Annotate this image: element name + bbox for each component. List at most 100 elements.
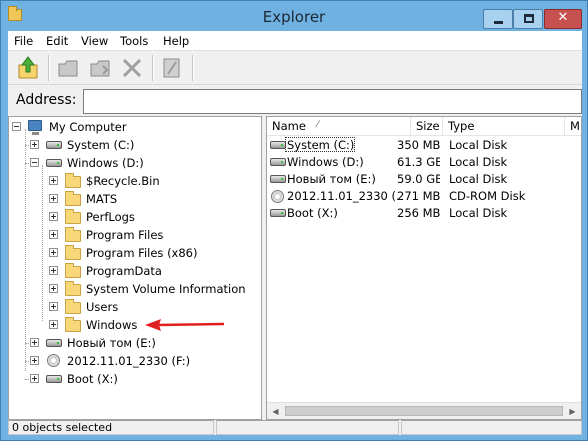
list-item[interactable]: System (C:) 350 MB Local Disk (267, 137, 581, 154)
status-bar: 0 objects selected (8, 420, 582, 435)
close-button[interactable]: ✕ (544, 9, 582, 29)
tree-item-program-files[interactable]: Program Files (9, 226, 259, 244)
expand-toggle[interactable] (30, 374, 39, 383)
status-selection-count: 0 objects selected (8, 420, 214, 435)
cut-button[interactable] (56, 55, 80, 81)
scrollbar-thumb[interactable] (285, 406, 563, 416)
expand-toggle[interactable] (30, 338, 39, 347)
horizontal-scrollbar[interactable]: ◀ ▶ (267, 402, 581, 419)
expand-toggle[interactable] (30, 356, 39, 365)
scroll-left-icon[interactable]: ◀ (267, 403, 284, 419)
menu-edit[interactable]: Edit (46, 34, 68, 48)
folder-tree-pane[interactable]: My Computer System (C:) Windows (D:) $Re… (8, 116, 262, 420)
tree-item-label: PerfLogs (86, 210, 135, 224)
column-header-modified[interactable]: M (565, 117, 581, 136)
folder-icon (65, 209, 81, 224)
tree-item-label: Новый том (E:) (67, 336, 156, 350)
folder-icon (65, 263, 81, 278)
tree-item-my-computer[interactable]: My Computer (9, 118, 259, 136)
list-header: Name ⁄ Size Type M (267, 117, 581, 136)
expand-toggle[interactable] (49, 194, 58, 203)
expand-toggle[interactable] (49, 176, 58, 185)
list-item-name: Windows (D:) (287, 155, 364, 169)
tree-item-windows[interactable]: Windows (9, 316, 259, 334)
drive-icon (270, 175, 286, 183)
list-item[interactable]: Новый том (E:) 59.0 GB Local Disk (267, 171, 581, 188)
collapse-toggle[interactable] (30, 158, 39, 167)
tree-item-new-volume-e[interactable]: Новый том (E:) (9, 334, 259, 352)
tree-item-label: Windows (D:) (67, 156, 144, 170)
folder-icon (65, 173, 81, 188)
delete-button[interactable] (120, 55, 144, 81)
column-header-label: Name (272, 119, 306, 133)
tree-item-windows-d[interactable]: Windows (D:) (9, 154, 259, 172)
menu-help[interactable]: Help (163, 34, 189, 48)
tree-item-cd-f[interactable]: 2012.11.01_2330 (F:) (9, 352, 259, 370)
tree-item-label: Users (86, 300, 119, 314)
list-item-name: System (C:) (287, 138, 355, 152)
minimize-icon (494, 21, 503, 24)
list-item[interactable]: Boot (X:) 256 MB Local Disk (267, 205, 581, 222)
list-item-name: 2012.11.01_2330 (... (287, 189, 399, 203)
expand-toggle[interactable] (49, 320, 58, 329)
expand-toggle[interactable] (49, 266, 58, 275)
menu-file[interactable]: File (14, 34, 33, 48)
delete-icon (122, 58, 142, 78)
explorer-window: Explorer ✕ File Edit View Tools Help Add… (0, 0, 588, 441)
list-item[interactable]: Windows (D:) 61.3 GB Local Disk (267, 154, 581, 171)
tree-item-system-c[interactable]: System (C:) (9, 136, 259, 154)
tree-item-users[interactable]: Users (9, 298, 259, 316)
tree-item-perflogs[interactable]: PerfLogs (9, 208, 259, 226)
tree-item-label: $Recycle.Bin (86, 174, 160, 188)
status-panel-2 (216, 420, 399, 435)
file-list-pane[interactable]: Name ⁄ Size Type M System (C:) 350 MB Lo… (266, 116, 582, 420)
status-panel-3 (401, 420, 582, 435)
folder-icon (65, 317, 81, 332)
toolbar-separator (152, 55, 154, 81)
copy-icon (90, 60, 110, 77)
properties-icon (163, 58, 180, 78)
menu-view[interactable]: View (81, 34, 108, 48)
address-input[interactable] (83, 89, 582, 114)
maximize-button[interactable] (513, 9, 543, 29)
column-header-size[interactable]: Size (411, 117, 443, 136)
drive-icon (46, 375, 62, 383)
tree-item-mats[interactable]: MATS (9, 190, 259, 208)
up-folder-button[interactable] (16, 55, 40, 81)
list-item-size: 59.0 GB (397, 172, 440, 186)
drive-icon (46, 339, 62, 347)
expand-toggle[interactable] (49, 284, 58, 293)
expand-toggle[interactable] (49, 230, 58, 239)
scroll-right-icon[interactable]: ▶ (564, 403, 581, 419)
minimize-button[interactable] (483, 9, 513, 29)
drive-icon (46, 159, 62, 167)
tree-item-label: Boot (X:) (67, 372, 118, 386)
column-header-type[interactable]: Type (443, 117, 565, 136)
menu-tools[interactable]: Tools (120, 34, 148, 48)
expand-toggle[interactable] (30, 140, 39, 149)
tree-item-label: MATS (86, 192, 118, 206)
tree-item-system-volume-information[interactable]: System Volume Information (9, 280, 259, 298)
title-bar[interactable]: Explorer ✕ (1, 1, 587, 31)
expand-toggle[interactable] (49, 248, 58, 257)
cd-icon (271, 190, 284, 203)
folder-up-icon (18, 56, 38, 79)
tree-item-programdata[interactable]: ProgramData (9, 262, 259, 280)
expand-toggle[interactable] (49, 212, 58, 221)
cut-icon (58, 60, 78, 77)
list-item[interactable]: 2012.11.01_2330 (... 271 MB CD-ROM Disk (267, 188, 581, 205)
expand-toggle[interactable] (49, 302, 58, 311)
list-item-type: Local Disk (449, 155, 508, 169)
tree-item-label: System Volume Information (86, 282, 246, 296)
folder-icon (65, 245, 81, 260)
copy-button[interactable] (88, 55, 112, 81)
collapse-toggle[interactable] (12, 122, 21, 131)
list-item-size: 256 MB (397, 206, 440, 220)
tree-item-program-files-x86[interactable]: Program Files (x86) (9, 244, 259, 262)
properties-button[interactable] (160, 55, 184, 81)
column-header-name[interactable]: Name ⁄ (267, 117, 411, 136)
tree-item-recycle-bin[interactable]: $Recycle.Bin (9, 172, 259, 190)
drive-icon (270, 209, 286, 217)
tree-item-boot-x[interactable]: Boot (X:) (9, 370, 259, 388)
window-client-area: File Edit View Tools Help Address: My Co… (8, 31, 582, 435)
